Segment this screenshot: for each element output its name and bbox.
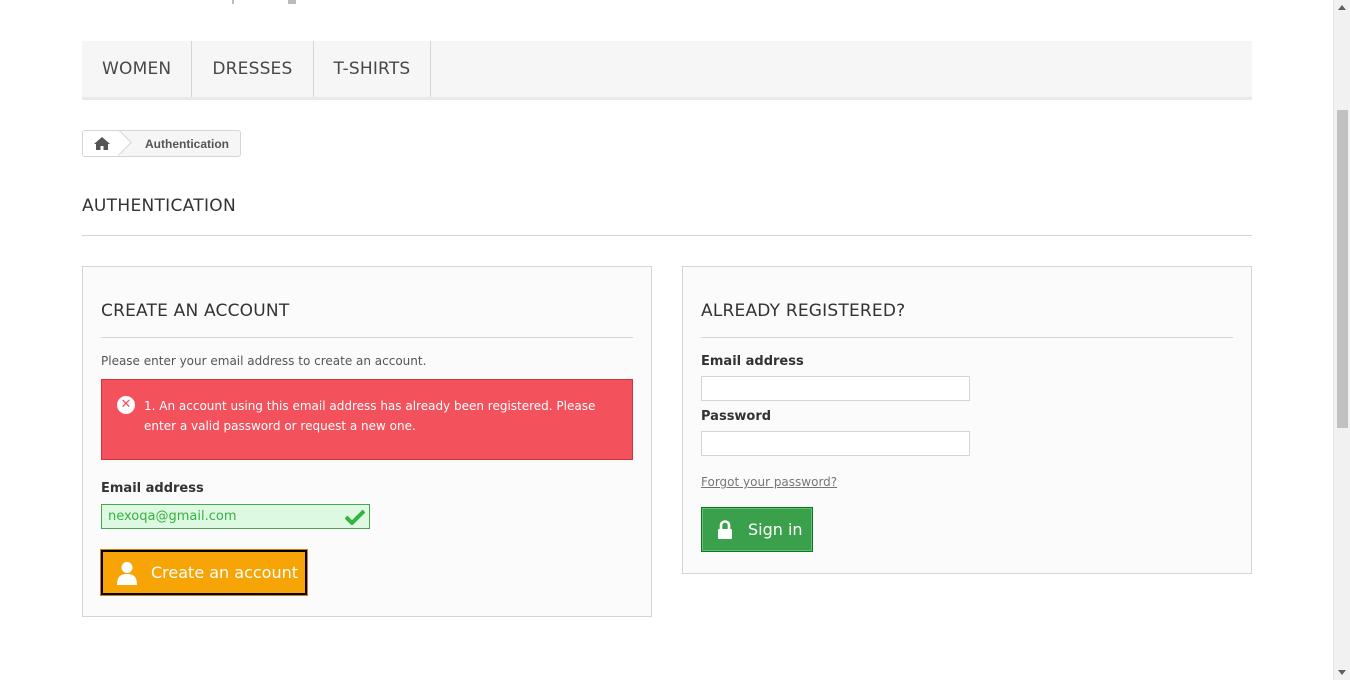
login-email-input[interactable] bbox=[701, 376, 970, 401]
error-circle-icon: ✕ bbox=[117, 396, 135, 414]
lock-icon bbox=[702, 519, 748, 540]
breadcrumb-home[interactable] bbox=[83, 131, 121, 156]
top-navigation: WOMEN DRESSES T-SHIRTS bbox=[82, 41, 1252, 100]
scroll-down-icon[interactable] bbox=[1338, 670, 1346, 675]
scroll-up-icon[interactable] bbox=[1338, 5, 1346, 10]
create-email-input[interactable] bbox=[101, 504, 370, 529]
home-icon bbox=[94, 137, 110, 150]
forgot-password-link[interactable]: Forgot your password? bbox=[701, 475, 837, 489]
user-icon bbox=[103, 561, 151, 585]
password-input[interactable] bbox=[701, 431, 970, 456]
create-email-label: Email address bbox=[101, 481, 204, 496]
create-account-button-label: Create an account bbox=[151, 563, 299, 582]
nav-item-dresses[interactable]: DRESSES bbox=[192, 41, 314, 97]
password-label: Password bbox=[701, 409, 772, 424]
vertical-scrollbar[interactable] bbox=[1333, 0, 1350, 680]
scrollbar-thumb[interactable] bbox=[1337, 110, 1348, 428]
sign-in-button-label: Sign in bbox=[748, 520, 803, 539]
error-message: 1. An account using this email address h… bbox=[144, 399, 596, 433]
nav-item-women[interactable]: WOMEN bbox=[82, 41, 193, 97]
create-account-button[interactable]: Create an account bbox=[100, 549, 308, 596]
sign-in-heading: ALREADY REGISTERED? bbox=[701, 301, 1233, 338]
page-title: AUTHENTICATION bbox=[82, 196, 1252, 236]
login-email-label: Email address bbox=[701, 354, 804, 369]
breadcrumb: Authentication bbox=[82, 130, 241, 157]
error-alert: ✕ 1. An account using this email address… bbox=[101, 379, 633, 460]
create-account-intro: Please enter your email address to creat… bbox=[101, 354, 427, 368]
breadcrumb-current: Authentication bbox=[145, 136, 229, 151]
sign-in-button[interactable]: Sign in bbox=[701, 507, 813, 552]
sign-in-form: ALREADY REGISTERED? Email address Passwo… bbox=[682, 266, 1252, 574]
create-account-heading: CREATE AN ACCOUNT bbox=[101, 301, 633, 338]
checkmark-icon bbox=[345, 509, 365, 525]
create-account-form: CREATE AN ACCOUNT Please enter your emai… bbox=[82, 266, 652, 617]
logo-remnant bbox=[228, 0, 298, 4]
nav-item-tshirts[interactable]: T-SHIRTS bbox=[314, 41, 432, 97]
